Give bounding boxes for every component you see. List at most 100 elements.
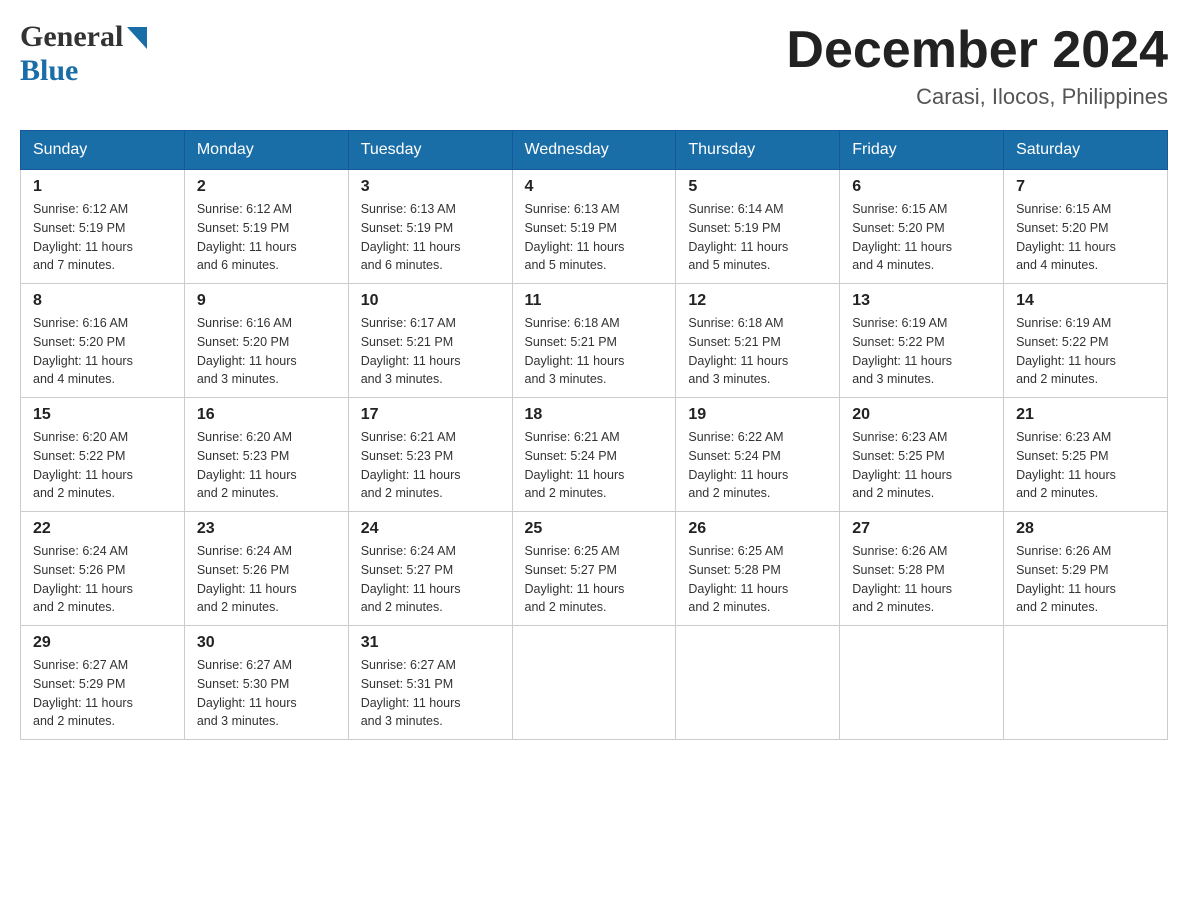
calendar-table: SundayMondayTuesdayWednesdayThursdayFrid… [20,130,1168,740]
calendar-cell: 23 Sunrise: 6:24 AMSunset: 5:26 PMDaylig… [184,512,348,626]
calendar-cell: 4 Sunrise: 6:13 AMSunset: 5:19 PMDayligh… [512,170,676,284]
day-number: 31 [361,634,500,652]
day-info: Sunrise: 6:15 AMSunset: 5:20 PMDaylight:… [1016,202,1116,272]
day-info: Sunrise: 6:19 AMSunset: 5:22 PMDaylight:… [1016,316,1116,386]
month-title: December 2024 [786,20,1168,80]
calendar-cell: 19 Sunrise: 6:22 AMSunset: 5:24 PMDaylig… [676,398,840,512]
logo-general-text: General [20,20,123,54]
day-number: 5 [688,178,827,196]
location-title: Carasi, Ilocos, Philippines [786,84,1168,110]
calendar-cell [1004,626,1168,740]
calendar-cell: 28 Sunrise: 6:26 AMSunset: 5:29 PMDaylig… [1004,512,1168,626]
calendar-cell: 8 Sunrise: 6:16 AMSunset: 5:20 PMDayligh… [21,284,185,398]
day-info: Sunrise: 6:16 AMSunset: 5:20 PMDaylight:… [33,316,133,386]
day-number: 6 [852,178,991,196]
title-section: December 2024 Carasi, Ilocos, Philippine… [786,20,1168,110]
day-number: 8 [33,292,172,310]
page-header: General Blue December 2024 Carasi, Iloco… [20,20,1168,110]
week-row-4: 22 Sunrise: 6:24 AMSunset: 5:26 PMDaylig… [21,512,1168,626]
calendar-cell: 18 Sunrise: 6:21 AMSunset: 5:24 PMDaylig… [512,398,676,512]
calendar-cell: 12 Sunrise: 6:18 AMSunset: 5:21 PMDaylig… [676,284,840,398]
calendar-cell: 22 Sunrise: 6:24 AMSunset: 5:26 PMDaylig… [21,512,185,626]
calendar-cell: 31 Sunrise: 6:27 AMSunset: 5:31 PMDaylig… [348,626,512,740]
day-number: 4 [525,178,664,196]
day-number: 7 [1016,178,1155,196]
day-number: 14 [1016,292,1155,310]
logo: General Blue [20,20,147,88]
day-number: 20 [852,406,991,424]
day-info: Sunrise: 6:20 AMSunset: 5:22 PMDaylight:… [33,430,133,500]
day-number: 3 [361,178,500,196]
day-info: Sunrise: 6:21 AMSunset: 5:23 PMDaylight:… [361,430,461,500]
logo-arrow-icon [127,27,147,49]
day-info: Sunrise: 6:13 AMSunset: 5:19 PMDaylight:… [361,202,461,272]
day-info: Sunrise: 6:24 AMSunset: 5:26 PMDaylight:… [33,544,133,614]
day-number: 19 [688,406,827,424]
day-info: Sunrise: 6:15 AMSunset: 5:20 PMDaylight:… [852,202,952,272]
day-info: Sunrise: 6:23 AMSunset: 5:25 PMDaylight:… [852,430,952,500]
day-number: 26 [688,520,827,538]
day-info: Sunrise: 6:27 AMSunset: 5:31 PMDaylight:… [361,658,461,728]
day-info: Sunrise: 6:27 AMSunset: 5:30 PMDaylight:… [197,658,297,728]
day-info: Sunrise: 6:26 AMSunset: 5:29 PMDaylight:… [1016,544,1116,614]
day-number: 9 [197,292,336,310]
calendar-cell: 20 Sunrise: 6:23 AMSunset: 5:25 PMDaylig… [840,398,1004,512]
calendar-header-row: SundayMondayTuesdayWednesdayThursdayFrid… [21,131,1168,170]
calendar-cell: 30 Sunrise: 6:27 AMSunset: 5:30 PMDaylig… [184,626,348,740]
day-info: Sunrise: 6:19 AMSunset: 5:22 PMDaylight:… [852,316,952,386]
column-header-monday: Monday [184,131,348,170]
calendar-cell: 5 Sunrise: 6:14 AMSunset: 5:19 PMDayligh… [676,170,840,284]
day-number: 28 [1016,520,1155,538]
column-header-thursday: Thursday [676,131,840,170]
day-info: Sunrise: 6:18 AMSunset: 5:21 PMDaylight:… [525,316,625,386]
calendar-cell: 2 Sunrise: 6:12 AMSunset: 5:19 PMDayligh… [184,170,348,284]
day-number: 24 [361,520,500,538]
column-header-saturday: Saturday [1004,131,1168,170]
calendar-cell: 16 Sunrise: 6:20 AMSunset: 5:23 PMDaylig… [184,398,348,512]
day-info: Sunrise: 6:17 AMSunset: 5:21 PMDaylight:… [361,316,461,386]
day-number: 12 [688,292,827,310]
calendar-cell: 13 Sunrise: 6:19 AMSunset: 5:22 PMDaylig… [840,284,1004,398]
week-row-1: 1 Sunrise: 6:12 AMSunset: 5:19 PMDayligh… [21,170,1168,284]
day-number: 23 [197,520,336,538]
day-number: 22 [33,520,172,538]
calendar-cell [676,626,840,740]
day-info: Sunrise: 6:14 AMSunset: 5:19 PMDaylight:… [688,202,788,272]
day-number: 16 [197,406,336,424]
day-number: 25 [525,520,664,538]
day-info: Sunrise: 6:21 AMSunset: 5:24 PMDaylight:… [525,430,625,500]
calendar-cell: 7 Sunrise: 6:15 AMSunset: 5:20 PMDayligh… [1004,170,1168,284]
day-number: 13 [852,292,991,310]
day-number: 21 [1016,406,1155,424]
day-number: 27 [852,520,991,538]
day-info: Sunrise: 6:18 AMSunset: 5:21 PMDaylight:… [688,316,788,386]
day-info: Sunrise: 6:24 AMSunset: 5:26 PMDaylight:… [197,544,297,614]
day-info: Sunrise: 6:26 AMSunset: 5:28 PMDaylight:… [852,544,952,614]
calendar-cell: 3 Sunrise: 6:13 AMSunset: 5:19 PMDayligh… [348,170,512,284]
week-row-5: 29 Sunrise: 6:27 AMSunset: 5:29 PMDaylig… [21,626,1168,740]
day-info: Sunrise: 6:25 AMSunset: 5:27 PMDaylight:… [525,544,625,614]
day-info: Sunrise: 6:27 AMSunset: 5:29 PMDaylight:… [33,658,133,728]
day-info: Sunrise: 6:25 AMSunset: 5:28 PMDaylight:… [688,544,788,614]
day-number: 17 [361,406,500,424]
calendar-cell: 17 Sunrise: 6:21 AMSunset: 5:23 PMDaylig… [348,398,512,512]
calendar-cell: 21 Sunrise: 6:23 AMSunset: 5:25 PMDaylig… [1004,398,1168,512]
calendar-cell: 15 Sunrise: 6:20 AMSunset: 5:22 PMDaylig… [21,398,185,512]
day-number: 10 [361,292,500,310]
day-number: 15 [33,406,172,424]
calendar-cell: 9 Sunrise: 6:16 AMSunset: 5:20 PMDayligh… [184,284,348,398]
day-info: Sunrise: 6:24 AMSunset: 5:27 PMDaylight:… [361,544,461,614]
day-number: 2 [197,178,336,196]
day-number: 18 [525,406,664,424]
day-info: Sunrise: 6:16 AMSunset: 5:20 PMDaylight:… [197,316,297,386]
calendar-cell: 26 Sunrise: 6:25 AMSunset: 5:28 PMDaylig… [676,512,840,626]
day-number: 11 [525,292,664,310]
calendar-cell: 11 Sunrise: 6:18 AMSunset: 5:21 PMDaylig… [512,284,676,398]
day-info: Sunrise: 6:13 AMSunset: 5:19 PMDaylight:… [525,202,625,272]
calendar-cell: 6 Sunrise: 6:15 AMSunset: 5:20 PMDayligh… [840,170,1004,284]
day-info: Sunrise: 6:12 AMSunset: 5:19 PMDaylight:… [197,202,297,272]
calendar-cell: 24 Sunrise: 6:24 AMSunset: 5:27 PMDaylig… [348,512,512,626]
calendar-cell: 27 Sunrise: 6:26 AMSunset: 5:28 PMDaylig… [840,512,1004,626]
day-number: 30 [197,634,336,652]
day-number: 1 [33,178,172,196]
